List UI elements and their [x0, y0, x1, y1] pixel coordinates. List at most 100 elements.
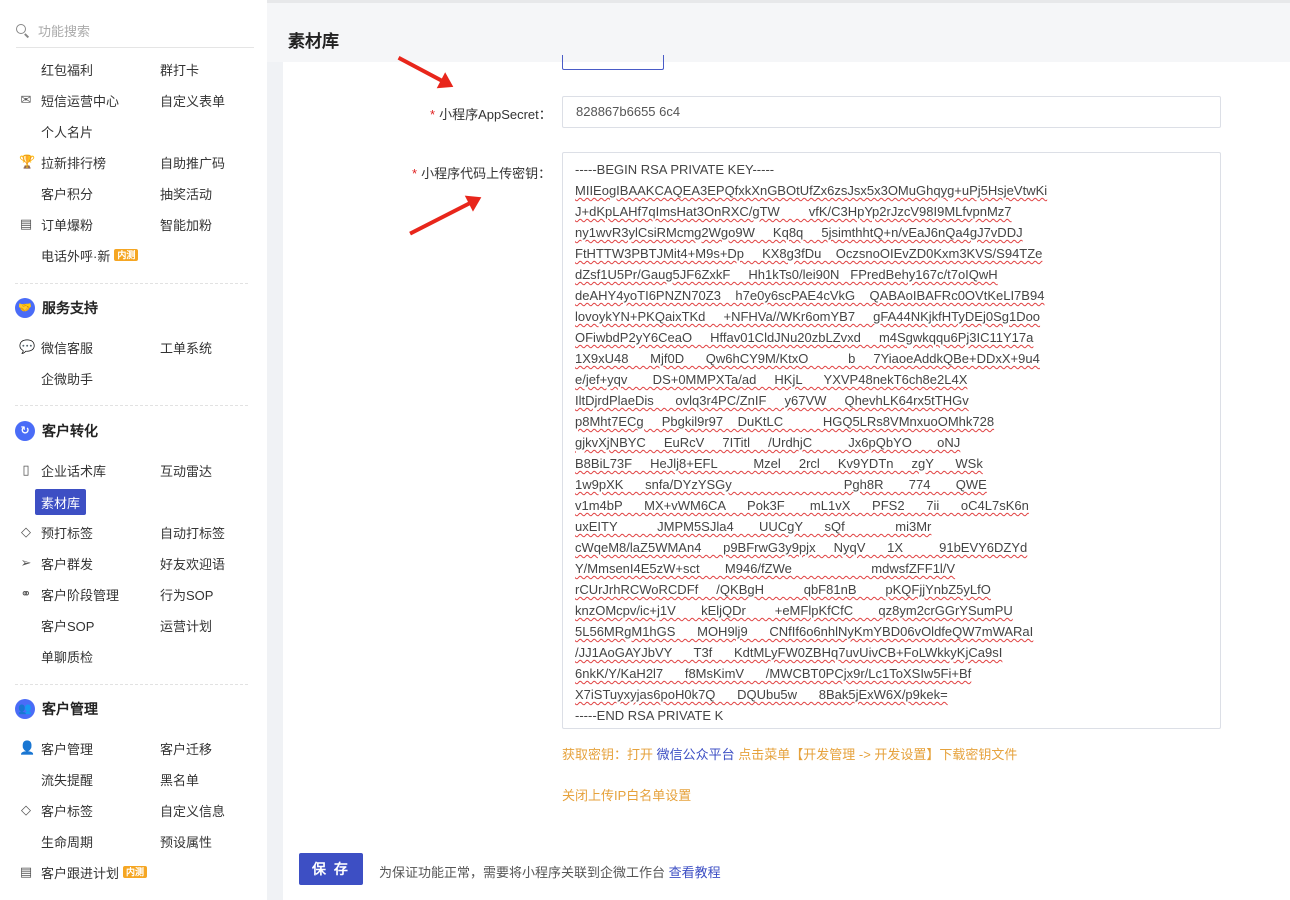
key-line: knzOMcpv/ic+j1V kEljQDr +eMFlpKfCfC qz8y…	[575, 603, 1013, 618]
sidebar: 功能搜索 红包福利 群打卡 ✉ 短信运营中心 自定义表单个人名片 🏆 拉新排行榜 自助推广码客…	[0, 0, 267, 900]
key-label: * 小程序代码上传密钥：	[412, 166, 552, 181]
key-line: ny1wvR3ylCsiRMcmg2Wgo9W Kq8q 5jsimthhtQ+…	[575, 225, 1023, 240]
key-line: MIIEogIBAAKCAQEA3EPQfxkXnGBOtUfZx6zsJsx5…	[575, 183, 1048, 198]
search-placeholder: 功能搜索	[38, 24, 91, 39]
divider	[15, 283, 248, 284]
app-secret-input[interactable]: 828867b6655 6c4	[562, 96, 1221, 128]
sidebar-item[interactable]: 短信运营中心	[41, 88, 119, 112]
divider	[15, 684, 248, 685]
trophy-icon: 🏆	[19, 154, 36, 169]
section-service: 🤝 服务支持	[15, 298, 98, 318]
sidebar-item[interactable]: 红包福利	[41, 57, 93, 81]
key-line: cWqeM8/laZ5WMAn4 p9BFrwG3y9pjx NyqV 1X 9…	[575, 540, 1028, 555]
sidebar-item[interactable]: 企微助手	[41, 366, 93, 390]
sidebar-item[interactable]: 预设属性	[160, 829, 212, 853]
user-icon: 👤	[19, 740, 36, 755]
key-line: /JJ1AoGAYJbVY T3f KdtMLyFW0ZBHq7uvUivCB+…	[575, 645, 1003, 660]
save-button[interactable]: 保 存	[299, 853, 363, 885]
sidebar-item[interactable]: 微信客服	[41, 335, 93, 359]
section-title: 服务支持	[42, 300, 98, 316]
sidebar-item[interactable]: 拉新排行榜	[41, 150, 106, 174]
send-icon: ➢	[20, 555, 32, 570]
key-line: rCUrJrhRCWoRCDFf /QKBgH qbF81nB pKQFjjYn…	[575, 582, 991, 597]
sidebar-item[interactable]: 客户迁移	[160, 736, 212, 760]
section-conversion: ↻ 客户转化	[15, 421, 98, 441]
sidebar-item[interactable]: 订单爆粉	[41, 212, 93, 236]
sidebar-item[interactable]: 预打标签	[41, 520, 93, 544]
key-line: gjkvXjNBYC EuRcV 7ITitl /UrdhjC Jx6pQbYO…	[575, 435, 961, 450]
sidebar-item[interactable]: 客户SOP	[41, 613, 94, 637]
tag-icon: ◇	[21, 524, 31, 539]
beta-badge: 内测	[123, 866, 148, 878]
key-line: v1m4bP MX+vWM6CA Pok3F mL1vX PFS2 7ii oC…	[575, 498, 1029, 513]
sidebar-item[interactable]: 运营计划	[160, 613, 212, 637]
sidebar-item[interactable]: 客户群发	[41, 551, 93, 575]
section-title: 客户管理	[42, 701, 98, 717]
key-line: dZsf1U5Pr/Gaug5JF6ZxkF Hh1kTs0/lei90N FP…	[575, 267, 998, 282]
key-line: J+dKpLAHf7qImsHat3OnRXC/gTW vfK/C3HpYp2r…	[575, 204, 1012, 219]
tutorial-link[interactable]: 查看教程	[669, 865, 721, 880]
sidebar-item[interactable]: 自定义信息	[160, 798, 225, 822]
secret-label: * 小程序AppSecret：	[430, 107, 552, 122]
sidebar-item[interactable]: 流失提醒	[41, 767, 93, 791]
page-header: 素材库	[267, 0, 1290, 62]
wechat-platform-link[interactable]: 微信公众平台	[657, 747, 735, 762]
sidebar-item[interactable]: 自助推广码	[160, 150, 225, 174]
key-line: -----BEGIN RSA PRIVATE KEY-----	[575, 162, 775, 177]
sidebar-item[interactable]: 客户阶段管理	[41, 582, 119, 606]
sidebar-item[interactable]: 企业话术库	[41, 458, 106, 482]
key-line: 1w9pXK snfa/DYzYSGy Pgh8R 774 QWE	[575, 477, 987, 492]
sidebar-item[interactable]: 工单系统	[160, 335, 212, 359]
order-icon: ▤	[19, 216, 33, 231]
key-line: 5L56MRgM1hGS MOH9lj9 CNfIf6o6nhlNyKmYBD0…	[575, 624, 1034, 639]
sidebar-item[interactable]: 抽奖活动	[160, 181, 212, 205]
key-line: 6nkK/Y/KaH2l7 f8MsKimV /MWCBT0PCjx9r/Lc1…	[575, 666, 972, 681]
sidebar-item[interactable]: 自定义表单	[160, 88, 225, 112]
sidebar-item[interactable]: 群打卡	[160, 57, 199, 81]
tag-icon: ◇	[21, 802, 31, 817]
private-key-textarea[interactable]: -----BEGIN RSA PRIVATE KEY----- MIIEogIBA…	[562, 152, 1221, 729]
key-line: e/jef+yqv DS+0MMPXTa/ad HKjL YXVP48nekT6…	[575, 372, 968, 387]
key-line: lovoykYN+PKQaixTKd +NFHVa//WKr6omYB7 gFA…	[575, 309, 1041, 324]
sidebar-item[interactable]: 客户积分	[41, 181, 93, 205]
key-line: uxEITY JMPM5SJla4 UUCgY sQf mi3Mr	[575, 519, 932, 534]
sidebar-item[interactable]: 好友欢迎语	[160, 551, 225, 575]
key-line: 1X9xU48 Mjf0D Qw6hCY9M/KtxO b 7YiaoeAddk…	[575, 351, 1040, 366]
book-icon: ▯	[22, 462, 30, 477]
key-line: X7iSTuyxyjas6poH0k7Q DQUbu5w 8Bak5jExW6X…	[575, 687, 948, 702]
sidebar-item[interactable]: 客户管理	[41, 736, 93, 760]
sidebar-item[interactable]: 素材库	[35, 489, 87, 515]
previous-field-box[interactable]	[562, 55, 664, 70]
key-line: -----END RSA PRIVATE K	[575, 708, 724, 723]
divider	[15, 405, 248, 406]
sidebar-item[interactable]: 互动雷达	[160, 458, 212, 482]
handshake-icon: 🤝	[15, 298, 35, 318]
sidebar-item[interactable]: 黑名单	[160, 767, 199, 791]
stage-icon: ⚭	[20, 586, 32, 601]
sidebar-item[interactable]: 电话外呼·新 内测	[41, 243, 139, 267]
sidebar-item[interactable]: 个人名片	[41, 119, 93, 143]
sidebar-item[interactable]: 客户标签	[41, 798, 93, 822]
sidebar-item[interactable]: 智能加粉	[160, 212, 212, 236]
key-line: deAHY4yoTI6PNZN70Z3 h7e0y6scPAE4cVkG QAB…	[575, 288, 1045, 303]
key-line: Y/MmsenI4E5zW+sct M946/fZWe mdwsfZFF1l/V	[575, 561, 956, 576]
ip-whitelist-link[interactable]: 关闭上传IP白名单设置	[562, 785, 691, 804]
sidebar-item[interactable]: 单聊质检	[41, 644, 93, 668]
page-title: 素材库	[288, 32, 339, 51]
key-line: OFiwbdP2yY6CeaO Hffav01CldJNu20zbLZvxd m…	[575, 330, 1034, 345]
beta-badge: 内测	[114, 249, 139, 261]
save-note: 为保证功能正常，需要将小程序关联到企微工作台 查看教程	[379, 865, 721, 880]
sidebar-item[interactable]: 自动打标签	[160, 520, 225, 544]
search-box[interactable]: 功能搜索	[16, 14, 254, 48]
plan-icon: ▤	[19, 864, 33, 879]
section-title: 客户转化	[42, 423, 98, 439]
section-management: 👥 客户管理	[15, 699, 98, 719]
key-line: B8BiL73F HeJlj8+EFL Mzel 2rcl Kv9YDTn zg…	[575, 456, 983, 471]
mail-icon: ✉	[20, 92, 32, 107]
sidebar-item[interactable]: 客户跟进计划 内测	[41, 860, 148, 884]
key-line: IltDjrdPlaeDis ovlq3r4PC/ZnIF y67VW Qhev…	[575, 393, 969, 408]
sidebar-item[interactable]: 行为SOP	[160, 582, 213, 606]
key-line: FtHTTW3PBTJMit4+M9s+Dp KX8g3fDu OczsnoOI…	[575, 246, 1043, 261]
sidebar-item[interactable]: 生命周期	[41, 829, 93, 853]
search-icon	[16, 23, 30, 38]
